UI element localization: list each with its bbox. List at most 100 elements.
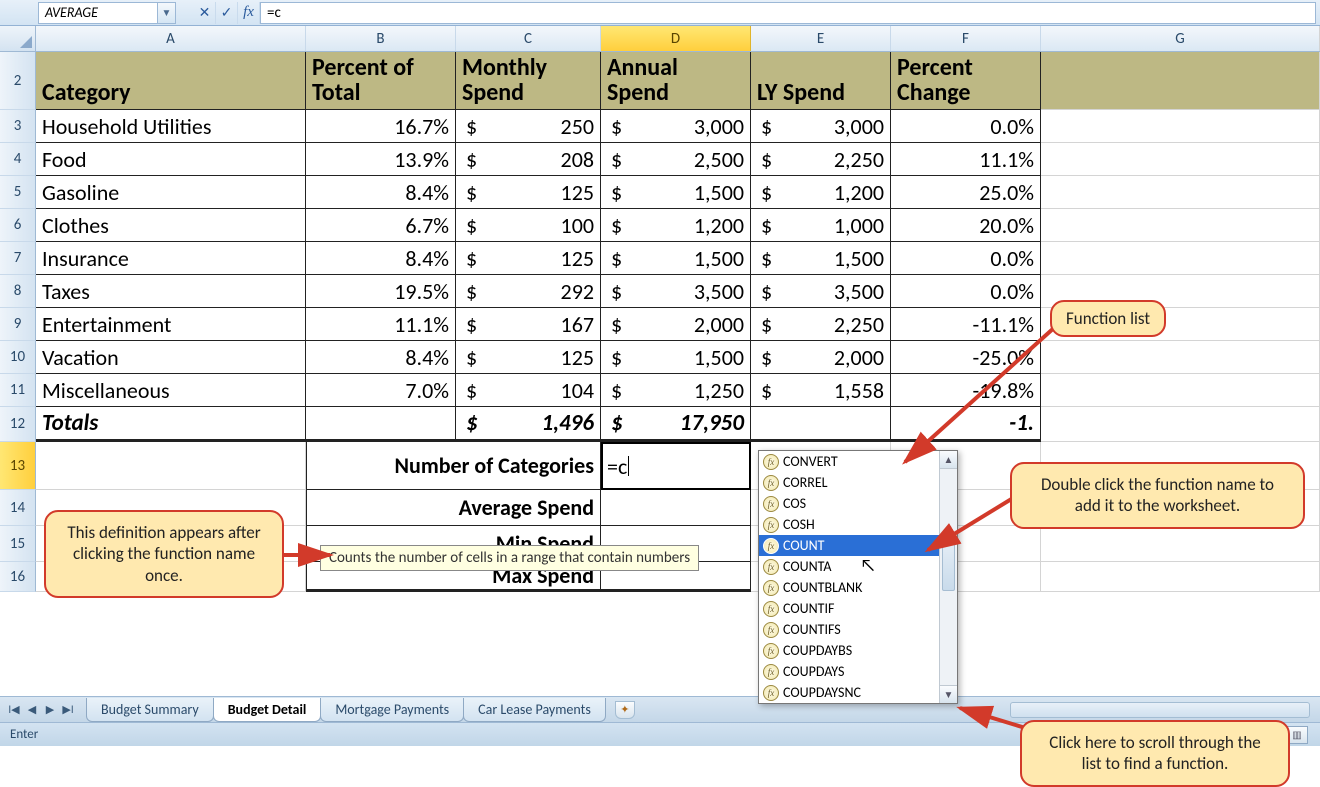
cell-G3[interactable]	[1041, 110, 1320, 143]
cell-B9[interactable]: 11.1%	[306, 308, 456, 341]
cell-F12[interactable]: -1.	[891, 407, 1041, 442]
cell-G6[interactable]	[1041, 209, 1320, 242]
row-header-9[interactable]: 9	[0, 308, 36, 341]
col-header-B[interactable]: B	[306, 26, 456, 51]
cell-B11[interactable]: 7.0%	[306, 374, 456, 407]
cell-C4[interactable]: $208	[456, 143, 601, 176]
cell-C3[interactable]: $250	[456, 110, 601, 143]
row-header-11[interactable]: 11	[0, 374, 36, 407]
function-item-coupdays[interactable]: fxCOUPDAYS	[759, 661, 957, 682]
function-item-countblank[interactable]: fxCOUNTBLANK	[759, 577, 957, 598]
scroll-down-icon[interactable]: ▼	[940, 685, 957, 703]
cell-D11[interactable]: $1,250	[601, 374, 751, 407]
cell-E9[interactable]: $2,250	[751, 308, 891, 341]
cell-G4[interactable]	[1041, 143, 1320, 176]
formula-input[interactable]: =c	[260, 2, 1316, 24]
cell-B7[interactable]: 8.4%	[306, 242, 456, 275]
cell-E5[interactable]: $1,200	[751, 176, 891, 209]
cell-B5[interactable]: 8.4%	[306, 176, 456, 209]
row-header-2[interactable]: 2	[0, 52, 36, 110]
col-header-D[interactable]: D	[601, 26, 751, 51]
cell-BC14[interactable]: Average Spend	[306, 490, 601, 526]
function-item-cos[interactable]: fxCOS	[759, 493, 957, 514]
cell-F7[interactable]: 0.0%	[891, 242, 1041, 275]
row-header-13[interactable]: 13	[0, 442, 36, 490]
cell-B2[interactable]: Percent of Total	[306, 52, 456, 110]
cell-B6[interactable]: 6.7%	[306, 209, 456, 242]
cell-F4[interactable]: 11.1%	[891, 143, 1041, 176]
cell-G12[interactable]	[1041, 407, 1320, 442]
cell-B8[interactable]: 19.5%	[306, 275, 456, 308]
cell-E10[interactable]: $2,000	[751, 341, 891, 374]
cell-A3[interactable]: Household Utilities	[36, 110, 306, 143]
tab-next-icon[interactable]: ▶	[42, 702, 58, 718]
cell-D13[interactable]: =c	[601, 442, 751, 490]
horizontal-scrollbar[interactable]	[1010, 702, 1310, 718]
row-header-3[interactable]: 3	[0, 110, 36, 143]
cell-B12[interactable]	[306, 407, 456, 442]
row-header-6[interactable]: 6	[0, 209, 36, 242]
cell-A8[interactable]: Taxes	[36, 275, 306, 308]
cell-A10[interactable]: Vacation	[36, 341, 306, 374]
cell-G5[interactable]	[1041, 176, 1320, 209]
function-item-countifs[interactable]: fxCOUNTIFS	[759, 619, 957, 640]
cell-F9[interactable]: -11.1%	[891, 308, 1041, 341]
cell-G2[interactable]	[1041, 52, 1320, 110]
cell-C11[interactable]: $104	[456, 374, 601, 407]
confirm-entry-icon[interactable]: ✓	[216, 2, 238, 24]
sheet-tab-mortgage-payments[interactable]: Mortgage Payments	[320, 698, 464, 722]
scroll-thumb[interactable]	[942, 531, 955, 591]
cell-C8[interactable]: $292	[456, 275, 601, 308]
row-header-5[interactable]: 5	[0, 176, 36, 209]
col-header-G[interactable]: G	[1041, 26, 1320, 51]
cell-BC13[interactable]: Number of Categories	[306, 442, 601, 490]
row-header-15[interactable]: 15	[0, 526, 36, 562]
cell-A4[interactable]: Food	[36, 143, 306, 176]
function-autocomplete-list[interactable]: ▲ ▼ fxCONVERTfxCORRELfxCOSfxCOSHfxCOUNTf…	[758, 450, 958, 704]
cell-A9[interactable]: Entertainment	[36, 308, 306, 341]
row-header-10[interactable]: 10	[0, 341, 36, 374]
row-header-7[interactable]: 7	[0, 242, 36, 275]
cell-D4[interactable]: $2,500	[601, 143, 751, 176]
col-header-A[interactable]: A	[36, 26, 306, 51]
cell-D7[interactable]: $1,500	[601, 242, 751, 275]
select-all-corner[interactable]	[0, 26, 36, 51]
tab-last-icon[interactable]: ▶I	[60, 702, 76, 718]
cancel-entry-icon[interactable]: ✕	[194, 2, 216, 24]
function-item-correl[interactable]: fxCORREL	[759, 472, 957, 493]
cell-F8[interactable]: 0.0%	[891, 275, 1041, 308]
cell-F3[interactable]: 0.0%	[891, 110, 1041, 143]
cell-F11[interactable]: -19.8%	[891, 374, 1041, 407]
col-header-E[interactable]: E	[751, 26, 891, 51]
row-header-4[interactable]: 4	[0, 143, 36, 176]
cell-D3[interactable]: $3,000	[601, 110, 751, 143]
cell-A6[interactable]: Clothes	[36, 209, 306, 242]
row-header-14[interactable]: 14	[0, 490, 36, 526]
function-list-scrollbar[interactable]: ▲ ▼	[939, 451, 957, 703]
function-item-convert[interactable]: fxCONVERT	[759, 451, 957, 472]
insert-function-icon[interactable]: fx	[238, 2, 260, 24]
tab-first-icon[interactable]: I◀	[6, 702, 22, 718]
cell-A11[interactable]: Miscellaneous	[36, 374, 306, 407]
function-item-countif[interactable]: fxCOUNTIF	[759, 598, 957, 619]
cell-B4[interactable]: 13.9%	[306, 143, 456, 176]
name-box[interactable]: AVERAGE	[38, 2, 158, 24]
cell-D2[interactable]: Annual Spend	[601, 52, 751, 110]
tab-prev-icon[interactable]: ◀	[24, 702, 40, 718]
sheet-tab-budget-detail[interactable]: Budget Detail	[213, 698, 322, 722]
cell-D10[interactable]: $1,500	[601, 341, 751, 374]
cell-G10[interactable]	[1041, 341, 1320, 374]
cell-A12[interactable]: Totals	[36, 407, 306, 442]
cell-C12[interactable]: $1,496	[456, 407, 601, 442]
cell-E11[interactable]: $1,558	[751, 374, 891, 407]
cell-D5[interactable]: $1,500	[601, 176, 751, 209]
function-item-counta[interactable]: fxCOUNTA	[759, 556, 957, 577]
cell-D6[interactable]: $1,200	[601, 209, 751, 242]
cell-A2[interactable]: Category	[36, 52, 306, 110]
cell-G7[interactable]	[1041, 242, 1320, 275]
sheet-tab-budget-summary[interactable]: Budget Summary	[86, 698, 214, 722]
cell-F10[interactable]: -25.0%	[891, 341, 1041, 374]
cell-A13[interactable]	[36, 442, 306, 490]
function-item-count[interactable]: fxCOUNT	[759, 535, 957, 556]
cell-C10[interactable]: $125	[456, 341, 601, 374]
